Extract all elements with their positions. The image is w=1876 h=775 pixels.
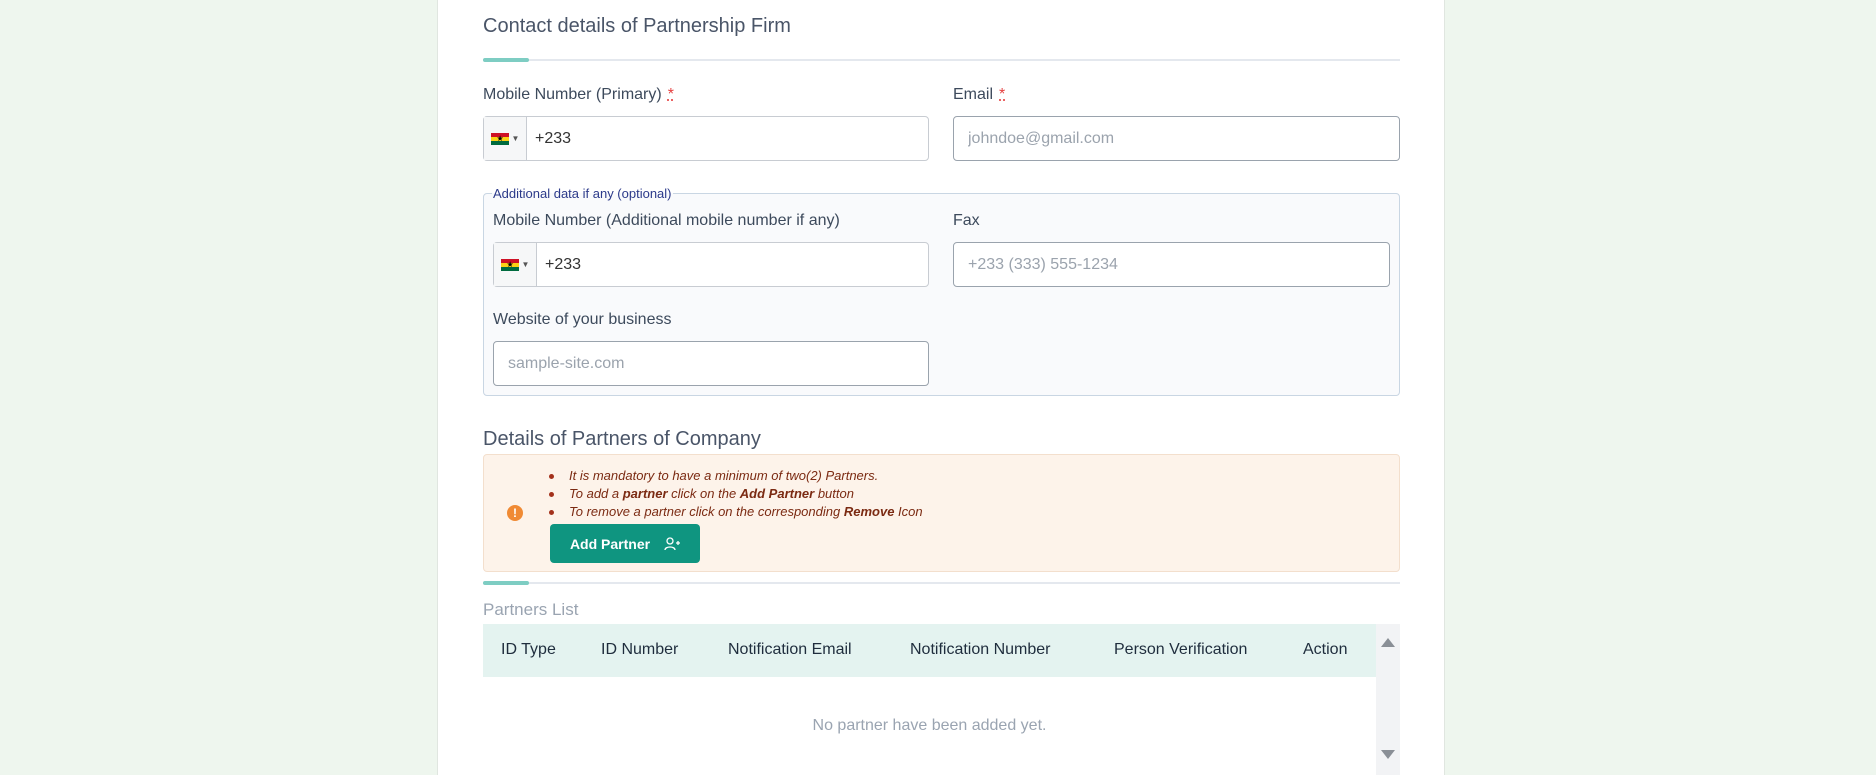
note-bold: partner [622,486,668,501]
partners-list-divider [483,581,1400,585]
column-header[interactable]: Notification Email [728,641,852,659]
primary-mobile-label: Mobile Number (Primary) * [483,86,674,104]
additional-mobile-label: Mobile Number (Additional mobile number … [493,212,840,229]
note-item: It is mandatory to have a minimum of two… [549,467,923,485]
note-text: Icon [894,504,923,519]
primary-mobile-field[interactable]: ★ ▼ +233 [483,116,929,161]
contact-title-divider [483,58,1400,62]
partners-notes: It is mandatory to have a minimum of two… [549,467,923,521]
note-bold: Remove [843,504,895,519]
form-page: Contact details of Partnership Firm Mobi… [437,0,1445,775]
note-bold: Add Partner [739,486,815,501]
add-partner-label: Add Partner [569,535,651,552]
column-header[interactable]: Person Verification [1114,641,1247,659]
note-item: To remove a partner click on the corresp… [549,503,923,521]
additional-data-legend: Additional data if any (optional) [493,186,672,201]
contact-section-title: Contact details of Partnership Firm [483,15,791,37]
additional-mobile-value[interactable]: +233 [537,256,581,274]
scroll-down-icon[interactable] [1381,750,1395,759]
email-label-text: Email [953,86,994,103]
primary-mobile-value[interactable]: +233 [527,130,571,148]
fax-label: Fax [953,212,980,229]
required-mark: * [999,86,1006,103]
ghana-flag-icon: ★ [500,258,519,271]
scroll-up-icon[interactable] [1381,638,1395,647]
note-text: button [814,486,854,501]
chevron-down-icon: ▼ [521,260,530,269]
website-label: Website of your business [493,311,672,328]
partners-info-alert: ! It is mandatory to have a minimum of t… [483,454,1400,572]
note-item: To add a partner click on the Add Partne… [549,485,923,503]
title-accent-bar [483,581,529,585]
email-label: Email * [953,86,1005,104]
note-text: click on the [667,486,740,501]
partners-list-title: Partners List [483,600,579,619]
note-text: It is mandatory to have a minimum of two… [569,468,879,483]
additional-mobile-field[interactable]: ★ ▼ +233 [493,242,929,287]
ghana-flag-icon: ★ [490,132,509,145]
fax-field[interactable] [953,242,1390,287]
column-header[interactable]: Action [1303,641,1347,659]
table-header: ID Type ID Number Notification Email Not… [483,624,1376,677]
exclamation-circle-icon: ! [507,505,523,521]
country-selector[interactable]: ★ ▼ [484,117,527,160]
table-scrollbar[interactable] [1376,624,1400,775]
partners-section-title: Details of Partners of Company [483,428,761,450]
column-header[interactable]: Notification Number [910,641,1051,659]
chevron-down-icon: ▼ [511,134,520,143]
user-plus-icon [664,536,681,550]
website-field[interactable] [493,341,929,386]
title-accent-bar [483,58,529,62]
column-header[interactable]: ID Type [501,641,556,659]
primary-mobile-label-text: Mobile Number (Primary) [483,86,662,103]
email-field[interactable] [953,116,1400,161]
add-partner-button[interactable]: Add Partner [550,524,700,563]
empty-table-message: No partner have been added yet. [812,717,1047,734]
required-mark: * [667,86,674,103]
note-text: To add a [569,486,623,501]
partners-table: ID Type ID Number Notification Email Not… [483,624,1400,775]
column-header[interactable]: ID Number [601,641,678,659]
note-text: To remove a partner click on the corresp… [569,504,844,519]
country-selector[interactable]: ★ ▼ [494,243,537,286]
